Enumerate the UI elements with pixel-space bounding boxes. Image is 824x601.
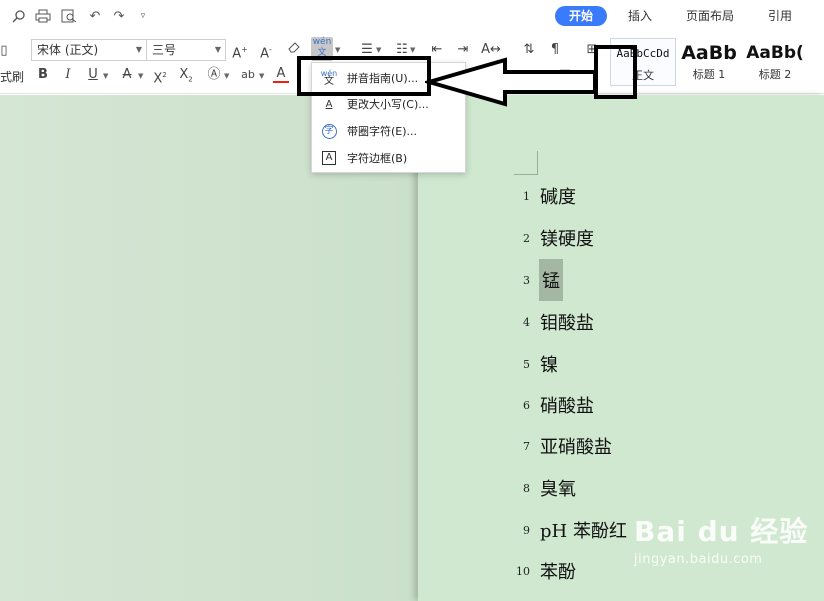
grow-font-icon[interactable]: A+ [230,40,250,61]
document-line[interactable]: 4 钼酸盐 [508,307,595,337]
clear-format-icon[interactable] [284,40,304,60]
chevron-down-icon[interactable]: ▼ [138,72,143,80]
superscript-icon[interactable]: X2 [150,65,170,86]
line-number: 8 [523,481,530,495]
line-text[interactable]: 臭氧 [539,473,577,503]
format-painter-label[interactable]: 式刷 [0,68,24,85]
line-text[interactable]: 镁硬度 [539,223,595,253]
line-text[interactable]: 亚硝酸盐 [539,431,613,461]
enclosed-char-icon: 字 [319,122,339,140]
menu-item-label: 带圈字符(E)... [347,125,418,138]
change-case-icon: A [325,98,333,110]
menu-item-label: 更改大小写(C)... [347,98,429,111]
chevron-down-icon[interactable]: ▼ [410,46,415,54]
chevron-down-icon[interactable]: ▼ [224,72,229,80]
chevron-down-icon[interactable]: ▼ [376,46,381,54]
tab-home[interactable]: 开始 [555,6,608,26]
line-number: 7 [523,439,530,453]
line-number: 2 [523,231,530,245]
shrink-font-icon[interactable]: A- [256,40,276,61]
menu-item-label: 字符边框(B) [347,152,408,165]
chevron-down-icon[interactable]: ▼ [259,72,264,80]
line-number: 4 [523,315,530,329]
baidu-watermark: Bai du 经验 jingyan.baidu.com [634,510,808,567]
chevron-down-icon: ▼ [214,45,221,54]
ribbon-tabs: 开始 插入 页面布局 引用 [555,6,813,26]
document-line[interactable]: 1 碱度 [508,181,577,211]
style-gallery: AaBbCcDd 正文 AaBb 标题 1 AaBb( 标题 2 [610,38,808,88]
char-border-icon: A [319,149,339,167]
subscript-icon[interactable]: X2 [176,65,196,85]
document-line[interactable]: 2 镁硬度 [508,223,595,253]
numbered-list-icon[interactable]: ☷ [392,40,412,60]
document-line[interactable]: 10 苯酚 [508,556,577,586]
font-size-select[interactable]: 三号 ▼ [146,39,226,61]
line-number: 10 [516,564,530,578]
font-name-value: 宋体 (正文) [37,43,99,57]
style-heading-1[interactable]: AaBb 标题 1 [676,38,742,86]
customize-toolbar-icon[interactable]: ▿ [134,7,152,25]
style-name: 标题 2 [758,68,792,81]
line-text[interactable]: 钼酸盐 [539,307,595,337]
menu-item-enclosed-char[interactable]: 字 带圈字符(E)... [312,118,467,144]
style-heading-2[interactable]: AaBb( 标题 2 [742,38,808,86]
tab-references[interactable]: 引用 [755,6,805,26]
paste-icon[interactable]: ▯ [0,41,14,61]
text-effect-icon[interactable]: Ⓐ [204,65,224,85]
bullet-list-icon[interactable]: ☰ [357,40,377,60]
margin-corner-mark [514,151,538,175]
print-icon[interactable] [34,7,52,25]
line-number: 5 [523,357,530,371]
style-sample: AaBb( [746,43,804,63]
line-number: 1 [523,189,530,203]
search-icon[interactable] [10,7,28,25]
line-number: 3 [523,273,530,287]
document-line[interactable]: 8 臭氧 [508,473,577,503]
document-line[interactable]: 5 镍 [508,349,559,379]
watermark-url: jingyan.baidu.com [634,552,763,567]
style-sample: AaBb [681,42,737,64]
line-number: 9 [523,523,530,537]
chevron-down-icon: ▼ [135,45,142,54]
document-line[interactable]: 6 硝酸盐 [508,390,595,420]
document-line[interactable]: 7 亚硝酸盐 [508,431,613,461]
selected-text[interactable]: 锰 [539,259,563,301]
line-text[interactable]: 苯酚 [539,556,577,586]
menu-item-char-border[interactable]: A 字符边框(B) [312,145,467,171]
tab-insert[interactable]: 插入 [615,6,665,26]
tab-page-layout[interactable]: 页面布局 [673,6,747,26]
watermark-logo: Bai du 经验 [634,515,809,548]
highlight-icon[interactable]: ab [238,65,258,85]
chevron-down-icon[interactable]: ▼ [335,46,340,54]
font-name-select[interactable]: 宋体 (正文) ▼ [31,39,147,61]
document-line[interactable]: 9 pH 苯酚红 [508,515,628,545]
pinyin-guide-icon: wén 文 [320,69,338,87]
line-number: 6 [523,398,530,412]
redo-icon[interactable]: ↷ [110,7,128,25]
undo-icon[interactable]: ↶ [86,7,104,25]
line-text[interactable]: 镍 [539,349,559,379]
chevron-down-icon[interactable]: ▼ [103,72,108,80]
document-line[interactable]: 3 锰 [508,259,563,301]
line-text[interactable]: 碱度 [539,181,577,211]
style-name: 标题 1 [692,68,726,81]
title-bar: ↶ ↷ ▿ 开始 插入 页面布局 引用 [0,0,824,34]
italic-icon[interactable]: I [58,65,78,85]
line-text[interactable]: pH 苯酚红 [539,515,628,545]
pinyin-guide-button[interactable]: wén 文 [311,37,333,61]
font-size-value: 三号 [152,43,177,57]
bold-icon[interactable]: B [33,65,53,85]
line-text[interactable]: 硝酸盐 [539,390,595,420]
print-preview-icon[interactable] [60,7,78,25]
font-color-icon[interactable]: A [273,65,289,83]
annotation-arrow-icon [425,57,597,107]
underline-icon[interactable]: U [83,65,103,85]
menu-item-label: 拼音指南(U)... [347,72,419,85]
strikethrough-icon[interactable]: A [117,65,137,85]
